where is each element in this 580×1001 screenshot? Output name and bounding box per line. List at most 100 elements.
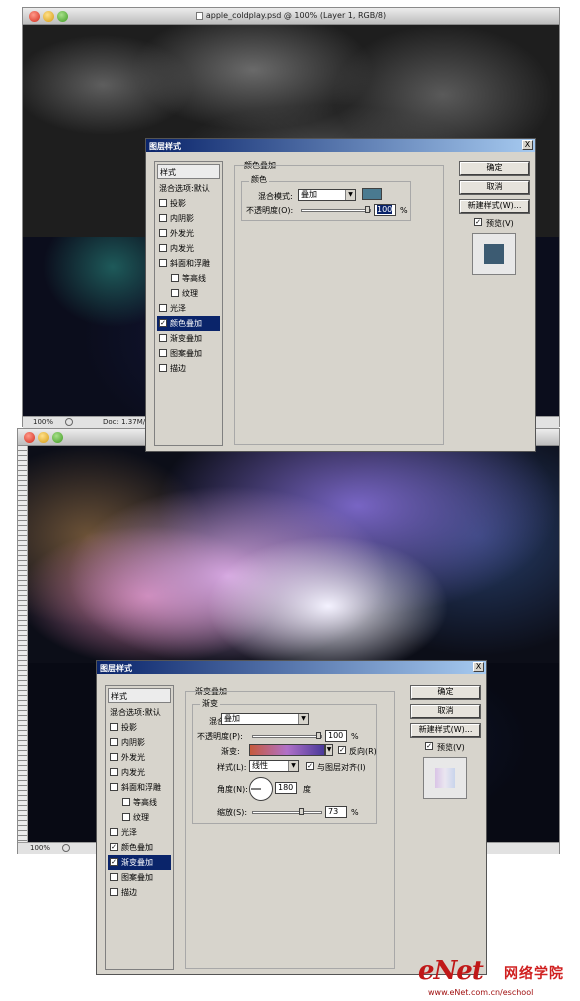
close-window-icon[interactable]: [24, 432, 35, 443]
scale-slider[interactable]: [252, 808, 322, 815]
style-item-checkbox[interactable]: [159, 303, 167, 312]
enet-url: www.eNet.com.cn/eschool: [428, 988, 534, 997]
style-item[interactable]: 混合选项:默认: [108, 705, 171, 720]
style-item[interactable]: 混合选项:默认: [157, 181, 220, 196]
style-item-checkbox[interactable]: [159, 258, 167, 267]
style-item[interactable]: 渐变叠加: [157, 331, 220, 346]
style-item[interactable]: 斜面和浮雕: [157, 256, 220, 271]
style-item-label: 渐变叠加: [170, 334, 202, 343]
style-item[interactable]: 图案叠加: [157, 346, 220, 361]
opacity-slider[interactable]: [301, 206, 371, 213]
style-item[interactable]: 光泽: [108, 825, 171, 840]
cancel-button[interactable]: 取消: [410, 704, 481, 719]
style-item[interactable]: 描边: [157, 361, 220, 376]
opacity-input[interactable]: 100: [325, 730, 347, 742]
minimize-window-icon[interactable]: [38, 432, 49, 443]
style-item-checkbox[interactable]: [110, 887, 118, 896]
angle-input[interactable]: 180: [275, 782, 297, 794]
canvas-nebula[interactable]: [28, 446, 559, 663]
ok-button[interactable]: 确定: [459, 161, 530, 176]
style-item[interactable]: 纹理: [108, 810, 171, 825]
style-item-label: 等高线: [133, 798, 157, 807]
style-item-checkbox[interactable]: [110, 767, 118, 776]
close-icon[interactable]: X: [473, 662, 484, 672]
style-item[interactable]: 图案叠加: [108, 870, 171, 885]
opacity-label: 不透明度(P):: [197, 732, 243, 741]
style-item-checkbox[interactable]: [122, 812, 130, 821]
style-item-checkbox[interactable]: [110, 752, 118, 761]
style-item-label: 光泽: [121, 828, 137, 837]
style-item-checkbox[interactable]: [171, 288, 179, 297]
style-item-checkbox[interactable]: [110, 872, 118, 881]
style-item-checkbox[interactable]: [110, 782, 118, 791]
dialog-1-titlebar[interactable]: 图层样式: [146, 139, 535, 152]
style-item-checkbox[interactable]: [159, 213, 167, 222]
zoom-level[interactable]: 100%: [33, 418, 53, 426]
style-item-checkbox[interactable]: ✓: [110, 842, 118, 851]
style-item[interactable]: 投影: [157, 196, 220, 211]
close-icon[interactable]: X: [522, 140, 533, 150]
style-item-checkbox[interactable]: [171, 273, 179, 282]
style-item[interactable]: 内阴影: [108, 735, 171, 750]
opacity-slider[interactable]: [252, 732, 322, 739]
new-style-button[interactable]: 新建样式(W)...: [459, 199, 530, 214]
style-item-checkbox[interactable]: [159, 333, 167, 342]
ok-button[interactable]: 确定: [410, 685, 481, 700]
style-item-checkbox[interactable]: [159, 198, 167, 207]
angle-dial[interactable]: [249, 777, 273, 801]
style-item[interactable]: 等高线: [157, 271, 220, 286]
style-item[interactable]: 内发光: [108, 765, 171, 780]
blend-mode-select[interactable]: 叠加 ▼: [221, 713, 309, 725]
gradient-dropdown-chevron-icon[interactable]: ▼: [325, 744, 333, 756]
style-item-checkbox[interactable]: [122, 797, 130, 806]
style-item-checkbox[interactable]: [159, 243, 167, 252]
style-item[interactable]: 内阴影: [157, 211, 220, 226]
style-item[interactable]: 斜面和浮雕: [108, 780, 171, 795]
style-item[interactable]: 内发光: [157, 241, 220, 256]
style-item[interactable]: ✓ 颜色叠加: [157, 316, 220, 331]
styles-header[interactable]: 样式: [157, 164, 220, 179]
status-nav-icon[interactable]: [65, 418, 73, 426]
blend-mode-select[interactable]: 叠加 ▼: [298, 189, 356, 201]
style-item[interactable]: ✓ 颜色叠加: [108, 840, 171, 855]
reverse-checkbox[interactable]: ✓: [338, 746, 346, 754]
zoom-window-icon[interactable]: [52, 432, 63, 443]
styles-header[interactable]: 样式: [108, 688, 171, 703]
style-select[interactable]: 线性 ▼: [249, 760, 299, 772]
angle-dial-needle-icon: [251, 788, 261, 790]
style-item-checkbox[interactable]: [159, 348, 167, 357]
zoom-level-2[interactable]: 100%: [30, 844, 50, 852]
style-item-checkbox[interactable]: [159, 228, 167, 237]
style-item-checkbox[interactable]: [110, 722, 118, 731]
style-item[interactable]: 光泽: [157, 301, 220, 316]
preview-checkbox[interactable]: ✓: [425, 742, 433, 750]
align-with-layer-checkbox[interactable]: ✓: [306, 762, 314, 770]
style-item-checkbox[interactable]: ✓: [110, 857, 118, 866]
style-item-checkbox[interactable]: [159, 363, 167, 372]
style-item[interactable]: 描边: [108, 885, 171, 900]
new-style-button[interactable]: 新建样式(W)...: [410, 723, 481, 738]
opacity-slider-handle[interactable]: [365, 206, 370, 213]
style-item-checkbox[interactable]: ✓: [159, 318, 167, 327]
style-item-checkbox[interactable]: [110, 827, 118, 836]
gradient-picker[interactable]: [249, 744, 325, 756]
style-item[interactable]: 等高线: [108, 795, 171, 810]
window-1-titlebar[interactable]: apple_coldplay.psd @ 100% (Layer 1, RGB/…: [23, 8, 559, 25]
style-item[interactable]: 外发光: [108, 750, 171, 765]
style-item[interactable]: 外发光: [157, 226, 220, 241]
opacity-input[interactable]: 100: [374, 204, 396, 216]
scale-input[interactable]: 73: [325, 806, 347, 818]
preview-checkbox[interactable]: ✓: [474, 218, 482, 226]
scale-slider-handle[interactable]: [299, 808, 304, 815]
style-item[interactable]: ✓ 渐变叠加: [108, 855, 171, 870]
reverse-label: 反向(R): [349, 747, 377, 756]
overlay-color-swatch[interactable]: [362, 188, 382, 200]
gradient-group-title: 渐变: [200, 698, 220, 709]
style-item-checkbox[interactable]: [110, 737, 118, 746]
cancel-button[interactable]: 取消: [459, 180, 530, 195]
style-item[interactable]: 投影: [108, 720, 171, 735]
dialog-2-titlebar[interactable]: 图层样式: [97, 661, 486, 674]
style-item[interactable]: 纹理: [157, 286, 220, 301]
status-nav-icon[interactable]: [62, 844, 70, 852]
opacity-slider-handle[interactable]: [316, 732, 321, 739]
